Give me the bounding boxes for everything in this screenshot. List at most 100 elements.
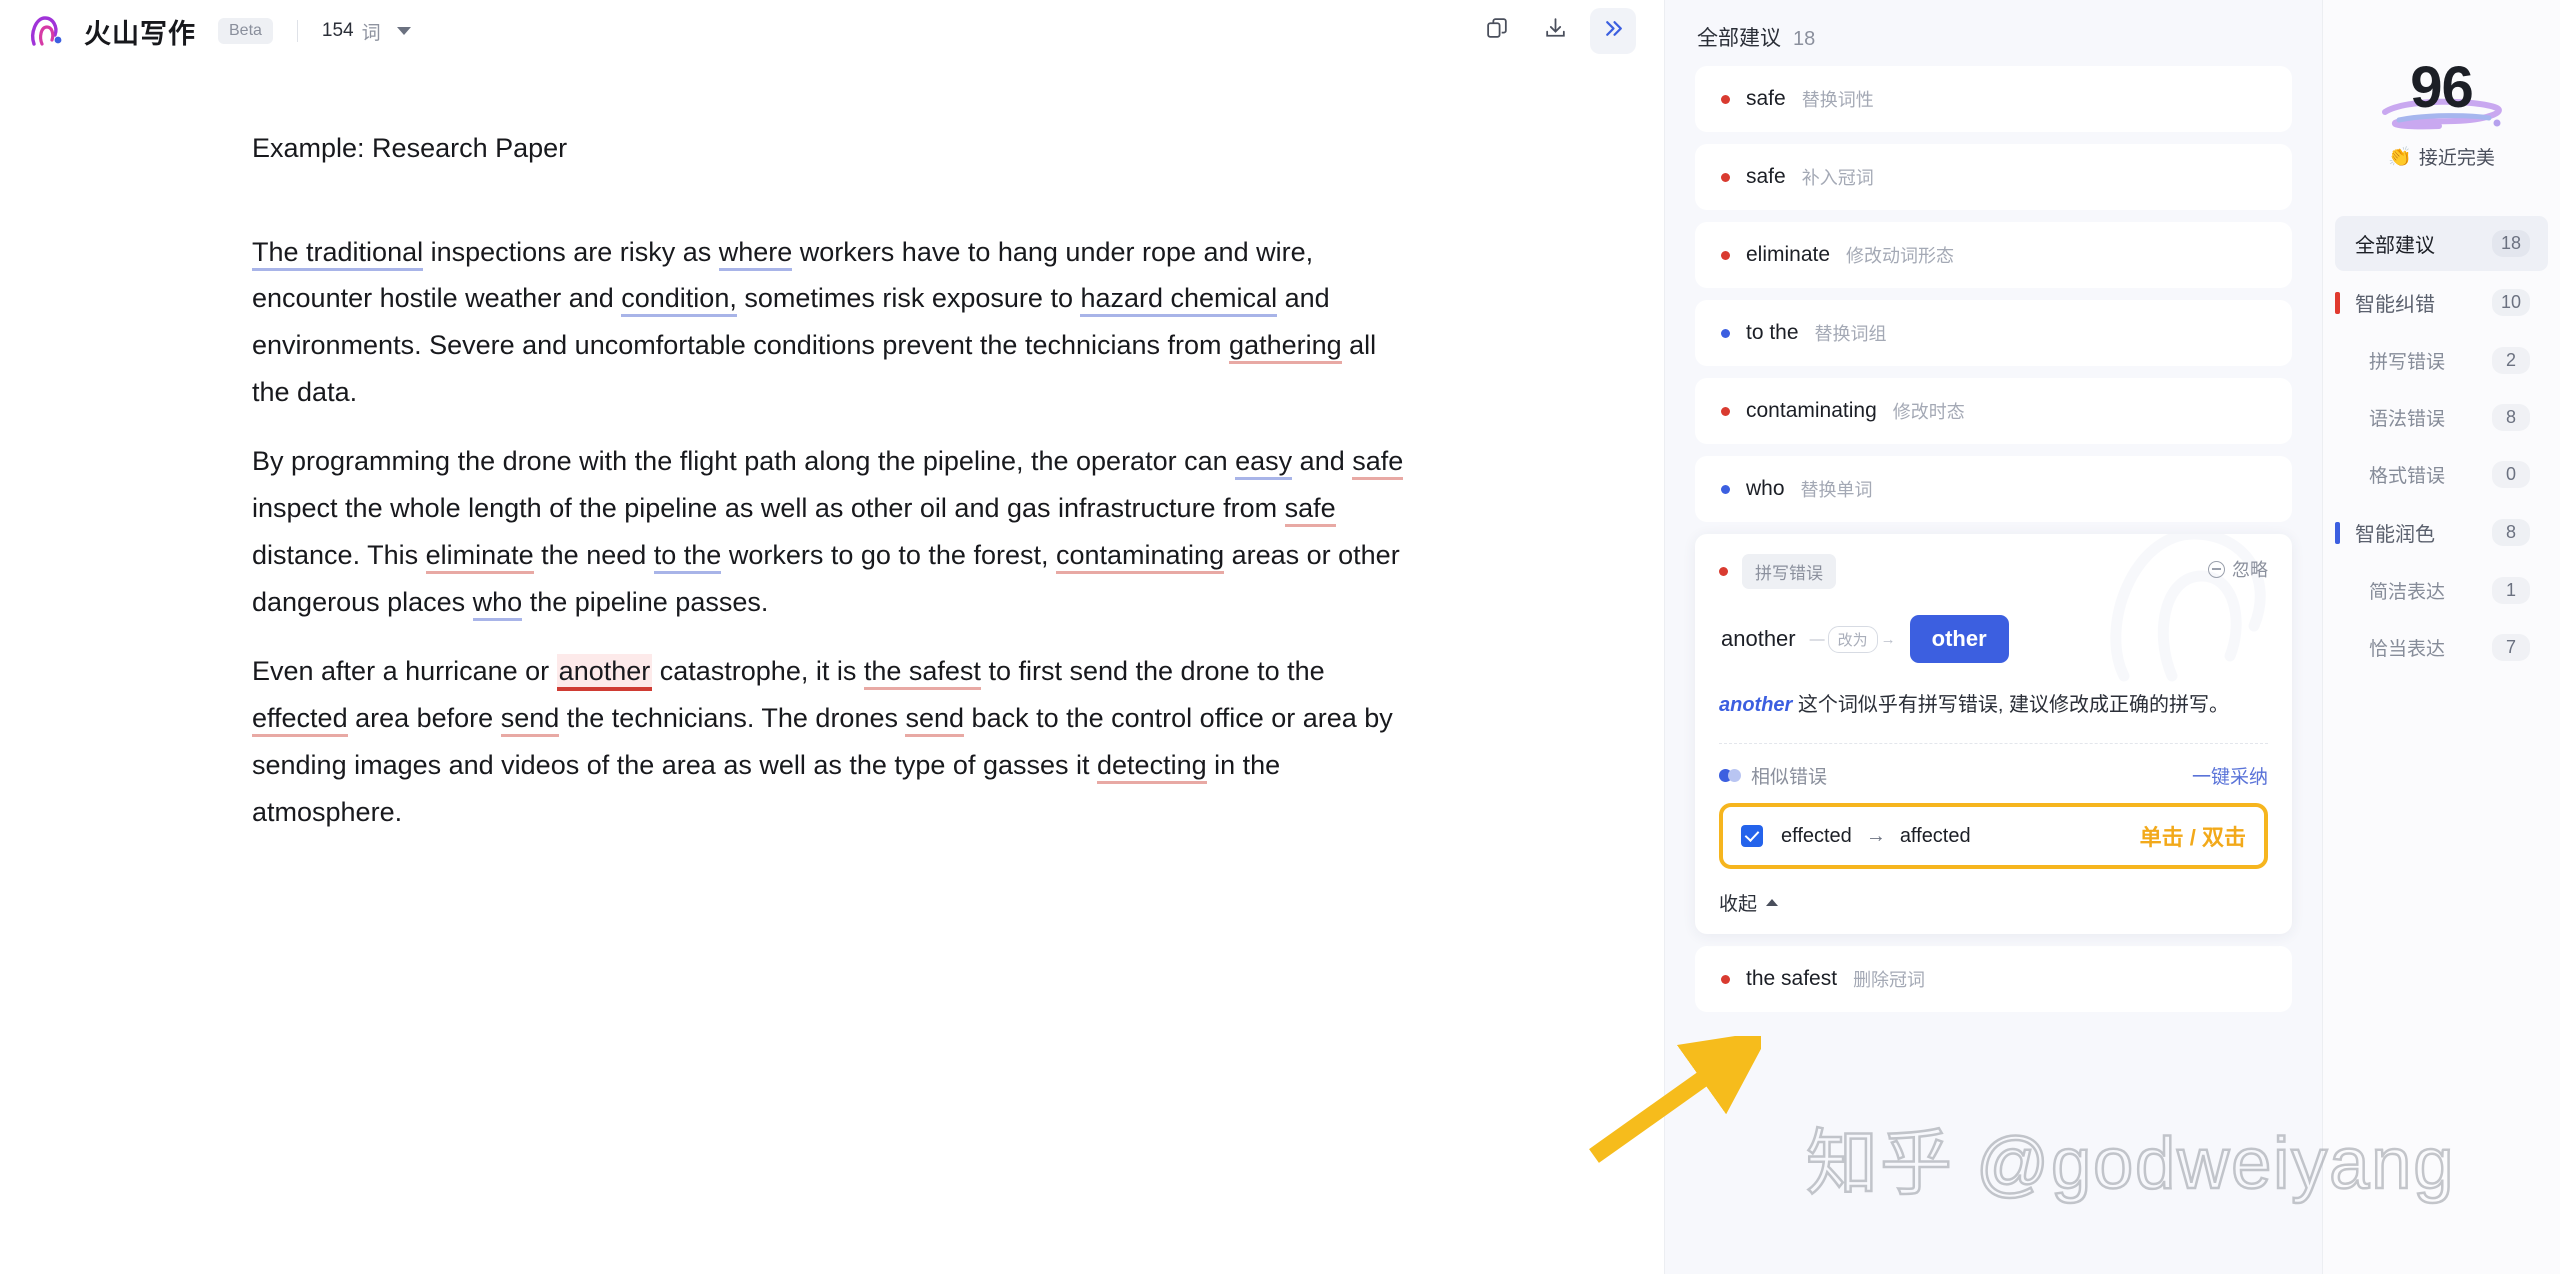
category-color-bar <box>2335 521 2340 544</box>
suggestion-underline-span[interactable]: to the <box>653 540 722 575</box>
text-span: the pipeline passes. <box>522 587 769 618</box>
suggestion-underline-span[interactable]: send <box>905 703 965 738</box>
suggestion-underline-span[interactable]: where <box>718 236 793 271</box>
suggestion-underline-span[interactable]: who <box>472 587 523 622</box>
suggestion-item[interactable]: safe 替换词性 <box>1695 66 2292 132</box>
text-span: the technicians. The drones <box>559 703 906 734</box>
rail-item-main[interactable]: 智能纠错 10 <box>2335 275 2548 330</box>
severity-dot-icon <box>1721 94 1730 104</box>
original-word: another <box>1721 626 1796 651</box>
download-icon <box>1543 16 1568 46</box>
rail-item-label: 格式错误 <box>2369 466 2446 487</box>
suggestion-description: another 这个词似乎有拼写错误, 建议修改成正确的拼写。 <box>1719 689 2268 721</box>
chevron-up-icon <box>1766 899 1779 907</box>
ignore-label: 忽略 <box>2232 560 2268 580</box>
suggestions-header: 全部建议 18 <box>1665 0 2322 66</box>
rail-item-label: 语法错误 <box>2369 409 2446 430</box>
rail-item-label: 简洁表达 <box>2369 582 2446 603</box>
volcano-logo-icon <box>28 13 70 49</box>
suggestion-item[interactable]: the safest 删除冠词 <box>1695 946 2292 1013</box>
similar-error-text: effected → affected <box>1781 825 1971 848</box>
collapse-panel-button[interactable] <box>1590 8 1636 54</box>
suggestion-underline-span[interactable]: detecting <box>1097 750 1207 785</box>
rail-item-main[interactable]: 智能润色 8 <box>2335 505 2548 560</box>
right-rail: 96 👏 接近完美 全部建议 18 智能纠错 10 拼写错误 2 语法错误 8 格式错误 0 智能润… <box>2322 0 2560 1274</box>
severity-dot-icon <box>1721 974 1730 984</box>
suggestion-word: eliminate <box>1746 243 1831 266</box>
suggestions-panel: 全部建议 18 safe 替换词性 safe 补入冠词 eliminate 修改动词形态 t… <box>1665 0 2322 1274</box>
suggestion-item[interactable]: eliminate 修改动词形态 <box>1695 222 2292 288</box>
suggestion-underline-span[interactable]: hazard chemical <box>1080 283 1278 318</box>
click-annotation-label: 单击 / 双击 <box>2139 825 2246 851</box>
brand[interactable]: 火山写作 Beta <box>28 12 273 51</box>
text-span: and <box>1292 446 1353 477</box>
suggestion-type: 补入冠词 <box>1801 168 1874 188</box>
similar-error-item[interactable]: effected → affected 单击 / 双击 <box>1719 803 2268 870</box>
venn-circles-icon <box>1719 769 1741 783</box>
severity-dot-icon <box>1721 406 1730 416</box>
active-suggestion-span[interactable]: another <box>556 654 653 692</box>
text-span: Even after a hurricane or <box>252 656 557 687</box>
suggestion-underline-span[interactable]: gathering <box>1229 330 1342 365</box>
suggestion-type: 修改动词形态 <box>1846 246 1955 266</box>
rail-menu: 全部建议 18 智能纠错 10 拼写错误 2 语法错误 8 格式错误 0 智能润色 8 简洁表达 1 恰当表… <box>2323 216 2560 674</box>
suggestion-word: safe <box>1746 87 1786 110</box>
score-label-row: 👏 接近完美 <box>2323 143 2560 170</box>
rail-item-sub[interactable]: 简洁表达 1 <box>2335 564 2548 617</box>
similar-error-checkbox[interactable] <box>1741 825 1763 848</box>
suggestion-item[interactable]: safe 补入冠词 <box>1695 144 2292 210</box>
expanded-suggestion-card[interactable]: 拼写错误 忽略 another — 改为 → other another 这个词… <box>1695 534 2292 935</box>
suggestion-word: the safest <box>1746 967 1838 991</box>
suggestion-item[interactable]: who 替换单词 <box>1695 456 2292 522</box>
text-span: distance. This <box>252 540 426 571</box>
rail-item-sub[interactable]: 格式错误 0 <box>2335 448 2548 501</box>
suggestion-type: 替换词组 <box>1814 324 1887 344</box>
document-paragraph[interactable]: The traditional inspections are risky as… <box>252 229 1412 417</box>
word-count-dropdown[interactable]: 154 词 <box>322 18 411 45</box>
suggestion-underline-span[interactable]: The traditional <box>252 236 424 271</box>
suggestion-underline-span[interactable]: send <box>500 703 560 738</box>
suggestions-header-label: 全部建议 <box>1697 27 1781 50</box>
suggestion-underline-span[interactable]: contaminating <box>1055 540 1225 575</box>
suggestion-underline-span[interactable]: safe <box>1284 493 1336 528</box>
suggestion-word: safe <box>1746 165 1786 188</box>
suggestion-item[interactable]: contaminating 修改时态 <box>1695 378 2292 444</box>
rail-item-sub[interactable]: 语法错误 8 <box>2335 391 2548 444</box>
rail-item-sub[interactable]: 拼写错误 2 <box>2335 334 2548 387</box>
rail-item-count-badge: 2 <box>2492 347 2530 374</box>
suggestion-underline-span[interactable]: condition, <box>621 283 737 318</box>
suggestion-underline-span[interactable]: effected <box>252 703 348 738</box>
rail-item-count-badge: 8 <box>2492 519 2530 546</box>
collapse-card-button[interactable]: 收起 <box>1719 889 2268 916</box>
document-body[interactable]: The traditional inspections are risky as… <box>252 229 1420 837</box>
rail-item-sub[interactable]: 恰当表达 7 <box>2335 621 2548 674</box>
rail-item-label: 恰当表达 <box>2369 639 2446 660</box>
suggestion-underline-span[interactable]: easy <box>1235 446 1293 481</box>
document-paragraph[interactable]: By programming the drone with the flight… <box>252 438 1412 626</box>
rail-item-count-badge: 1 <box>2492 577 2530 604</box>
suggestion-type: 替换词性 <box>1801 90 1874 110</box>
change-label: 改为 <box>1827 625 1878 653</box>
chevron-down-icon <box>396 27 411 35</box>
suggestion-type: 删除冠词 <box>1853 970 1926 991</box>
suggestion-item[interactable]: to the 替换词组 <box>1695 300 2292 366</box>
ignore-button[interactable]: 忽略 <box>2208 556 2268 582</box>
copy-button[interactable] <box>1474 8 1520 54</box>
top-toolbar: 火山写作 Beta 154 词 <box>0 0 1664 62</box>
suggestion-underline-span[interactable]: the safest <box>863 656 981 691</box>
word-count-unit: 词 <box>361 22 381 44</box>
document-paragraph[interactable]: Even after a hurricane or another catast… <box>252 648 1412 836</box>
similar-errors-label-wrap: 相似错误 <box>1719 762 1827 789</box>
document-editor[interactable]: Example: Research Paper The traditional … <box>0 62 1420 836</box>
apply-replacement-button[interactable]: other <box>1909 615 2009 663</box>
rail-item-count-badge: 10 <box>2492 289 2530 316</box>
suggestion-underline-span[interactable]: safe <box>1352 446 1404 481</box>
adopt-all-button[interactable]: 一键采纳 <box>2192 762 2268 789</box>
collapse-label: 收起 <box>1719 894 1758 916</box>
download-button[interactable] <box>1532 8 1578 54</box>
rail-item-main[interactable]: 全部建议 18 <box>2335 216 2548 271</box>
suggestion-underline-span[interactable]: eliminate <box>425 540 534 575</box>
toolbar-actions <box>1474 0 1636 62</box>
brand-name: 火山写作 <box>84 18 196 49</box>
text-span: workers to go to the forest, <box>721 540 1056 571</box>
